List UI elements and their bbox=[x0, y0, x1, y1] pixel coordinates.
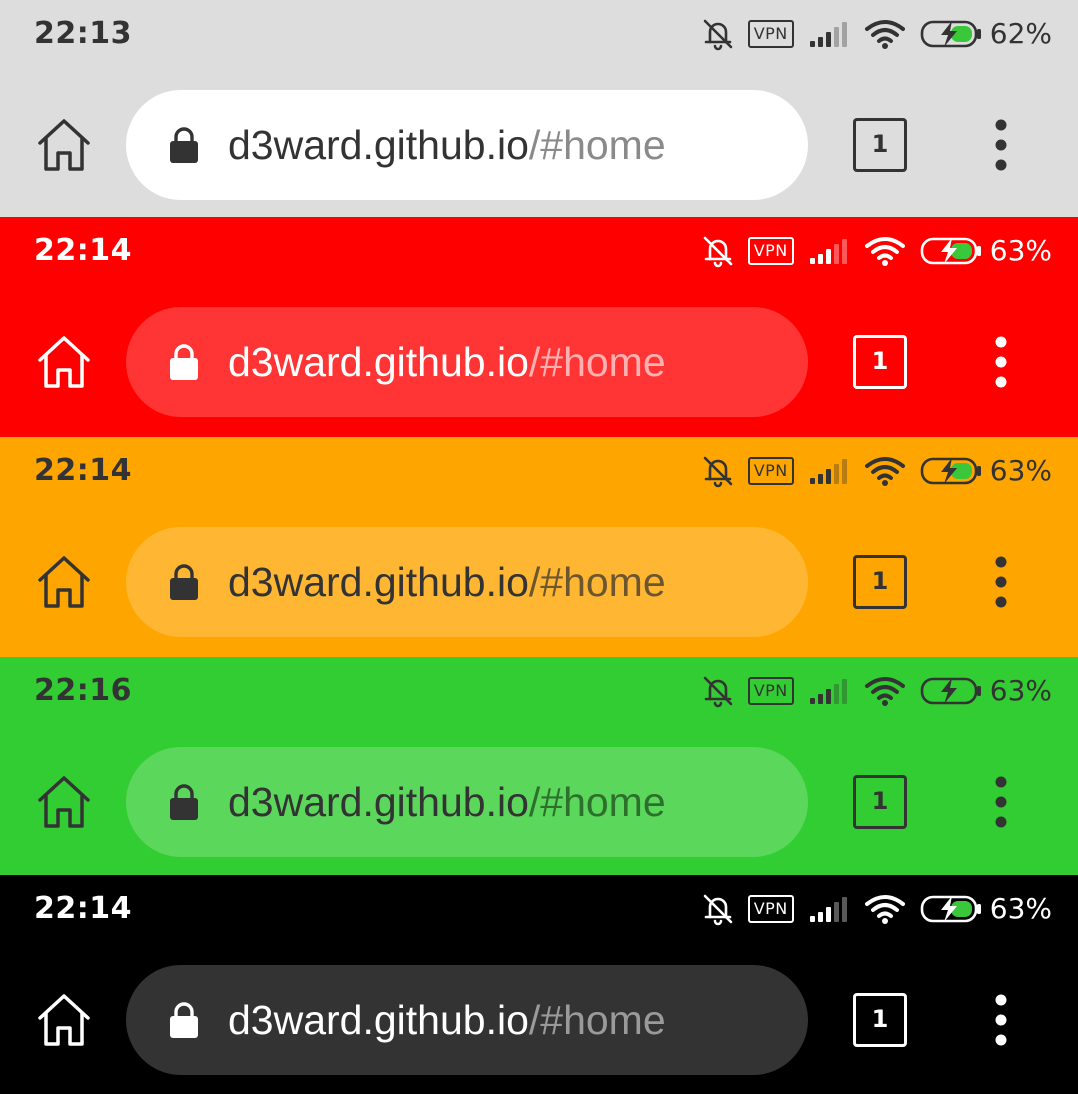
lock-icon bbox=[170, 784, 198, 820]
url-host: d3ward.github.io bbox=[228, 559, 529, 605]
more-vert-icon[interactable] bbox=[986, 774, 1016, 830]
browser-chrome-panel: 22:13 VPN 62% d3ward.github.io/#home 1 bbox=[0, 0, 1078, 217]
signal-icon bbox=[809, 22, 847, 47]
battery-charging-icon bbox=[920, 237, 981, 265]
mute-bell-icon bbox=[703, 236, 733, 268]
vpn-badge: VPN bbox=[747, 20, 794, 48]
url-host: d3ward.github.io bbox=[228, 779, 529, 825]
mute-bell-icon bbox=[703, 894, 733, 926]
signal-icon bbox=[809, 239, 847, 264]
screenshot-collage: 22:13 VPN 62% d3ward.github.io/#home 1 2… bbox=[0, 0, 1078, 1094]
vpn-badge: VPN bbox=[747, 457, 794, 485]
more-vert-icon[interactable] bbox=[986, 992, 1016, 1048]
wifi-icon bbox=[864, 237, 905, 266]
url-text[interactable]: d3ward.github.io/#home bbox=[228, 555, 666, 609]
battery-charging-icon bbox=[920, 20, 981, 48]
home-icon[interactable] bbox=[34, 772, 94, 832]
battery-percentage: 63% bbox=[989, 674, 1052, 707]
address-bar[interactable]: d3ward.github.io/#home bbox=[126, 527, 808, 637]
wifi-icon bbox=[864, 20, 905, 49]
url-path: /#home bbox=[528, 559, 666, 605]
status-clock: 22:13 bbox=[34, 16, 132, 51]
status-icons: VPN bbox=[700, 14, 1052, 54]
url-text[interactable]: d3ward.github.io/#home bbox=[228, 775, 666, 829]
battery-percentage: 63% bbox=[989, 892, 1052, 925]
signal-icon bbox=[809, 679, 847, 704]
battery-charging-icon bbox=[920, 677, 981, 705]
url-path: /#home bbox=[528, 779, 666, 825]
mute-bell-icon bbox=[703, 19, 733, 51]
home-icon[interactable] bbox=[34, 115, 94, 175]
status-bar: 22:14 VPN 63% bbox=[0, 875, 1078, 939]
home-icon[interactable] bbox=[34, 552, 94, 612]
status-icons: VPN bbox=[700, 889, 1052, 929]
mute-bell-icon bbox=[703, 676, 733, 708]
mute-bell-icon bbox=[703, 456, 733, 488]
url-text[interactable]: d3ward.github.io/#home bbox=[228, 993, 666, 1047]
browser-toolbar: d3ward.github.io/#home 1 bbox=[0, 509, 1078, 655]
status-icons: VPN bbox=[700, 671, 1052, 711]
browser-chrome-panel: 22:14 VPN 63% d3ward.github.io/#home 1 bbox=[0, 875, 1078, 1094]
url-path: /#home bbox=[528, 339, 666, 385]
status-clock: 22:14 bbox=[34, 453, 132, 488]
status-bar: 22:14 VPN 63% bbox=[0, 437, 1078, 501]
status-icons: VPN bbox=[700, 231, 1052, 271]
tab-switcher-button[interactable]: 1 bbox=[853, 993, 907, 1047]
signal-icon bbox=[809, 897, 847, 922]
wifi-icon bbox=[864, 677, 905, 706]
vpn-badge: VPN bbox=[747, 677, 794, 705]
vpn-badge: VPN bbox=[747, 237, 794, 265]
battery-charging-icon bbox=[920, 895, 981, 923]
battery-percentage: 63% bbox=[989, 234, 1052, 267]
status-icons: VPN bbox=[700, 451, 1052, 491]
status-clock: 22:14 bbox=[34, 891, 132, 926]
tab-switcher-button[interactable]: 1 bbox=[853, 555, 907, 609]
signal-icon bbox=[809, 459, 847, 484]
url-host: d3ward.github.io bbox=[228, 122, 529, 168]
browser-chrome-panel: 22:14 VPN 63% d3ward.github.io/#home 1 bbox=[0, 437, 1078, 657]
wifi-icon bbox=[864, 457, 905, 486]
url-path: /#home bbox=[528, 122, 666, 168]
address-bar[interactable]: d3ward.github.io/#home bbox=[126, 307, 808, 417]
browser-toolbar: d3ward.github.io/#home 1 bbox=[0, 947, 1078, 1093]
address-bar[interactable]: d3ward.github.io/#home bbox=[126, 747, 808, 857]
tab-switcher-button[interactable]: 1 bbox=[853, 335, 907, 389]
browser-toolbar: d3ward.github.io/#home 1 bbox=[0, 729, 1078, 875]
battery-percentage: 62% bbox=[989, 17, 1052, 50]
more-vert-icon[interactable] bbox=[986, 334, 1016, 390]
tab-switcher-button[interactable]: 1 bbox=[853, 118, 907, 172]
url-host: d3ward.github.io bbox=[228, 997, 529, 1043]
lock-icon bbox=[170, 564, 198, 600]
url-path: /#home bbox=[528, 997, 666, 1043]
url-host: d3ward.github.io bbox=[228, 339, 529, 385]
status-clock: 22:14 bbox=[34, 233, 132, 268]
url-text[interactable]: d3ward.github.io/#home bbox=[228, 118, 666, 172]
more-vert-icon[interactable] bbox=[986, 117, 1016, 173]
status-bar: 22:13 VPN 62% bbox=[0, 0, 1078, 64]
browser-toolbar: d3ward.github.io/#home 1 bbox=[0, 72, 1078, 217]
tab-switcher-button[interactable]: 1 bbox=[853, 775, 907, 829]
lock-icon bbox=[170, 1002, 198, 1038]
url-text[interactable]: d3ward.github.io/#home bbox=[228, 335, 666, 389]
browser-chrome-panel: 22:14 VPN 63% d3ward.github.io/#home 1 bbox=[0, 217, 1078, 437]
more-vert-icon[interactable] bbox=[986, 554, 1016, 610]
browser-chrome-panel: 22:16 VPN 63% d3ward.github.io/#home 1 bbox=[0, 657, 1078, 875]
browser-toolbar: d3ward.github.io/#home 1 bbox=[0, 289, 1078, 435]
address-bar[interactable]: d3ward.github.io/#home bbox=[126, 90, 808, 200]
wifi-icon bbox=[864, 895, 905, 924]
lock-icon bbox=[170, 127, 198, 163]
battery-percentage: 63% bbox=[989, 454, 1052, 487]
battery-charging-icon bbox=[920, 457, 981, 485]
status-clock: 22:16 bbox=[34, 673, 132, 708]
home-icon[interactable] bbox=[34, 332, 94, 392]
address-bar[interactable]: d3ward.github.io/#home bbox=[126, 965, 808, 1075]
lock-icon bbox=[170, 344, 198, 380]
vpn-badge: VPN bbox=[747, 895, 794, 923]
status-bar: 22:14 VPN 63% bbox=[0, 217, 1078, 281]
status-bar: 22:16 VPN 63% bbox=[0, 657, 1078, 721]
home-icon[interactable] bbox=[34, 990, 94, 1050]
